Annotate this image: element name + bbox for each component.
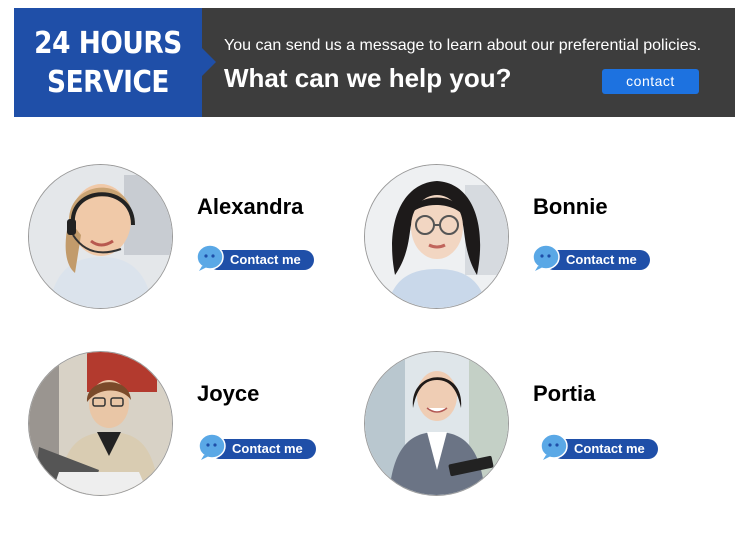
contact-me-button[interactable]: Contact me bbox=[198, 433, 316, 460]
badge-line-2: SERVICE bbox=[47, 65, 169, 100]
contact-me-label: Contact me bbox=[574, 441, 645, 456]
agent-card: Portia Contact me bbox=[364, 351, 664, 501]
agent-photo bbox=[28, 164, 173, 309]
chat-bubble-icon bbox=[196, 244, 224, 271]
agent-card: Joyce Contact me bbox=[28, 351, 328, 501]
agent-name: Alexandra bbox=[197, 194, 304, 219]
agent-name: Portia bbox=[533, 381, 596, 406]
agent-photo bbox=[28, 351, 173, 496]
contact-me-button[interactable]: Contact me bbox=[196, 244, 314, 271]
contact-me-label: Contact me bbox=[566, 252, 637, 267]
chat-bubble-icon bbox=[540, 433, 568, 460]
chat-bubble-icon bbox=[532, 244, 560, 271]
contact-me-label: Contact me bbox=[232, 441, 303, 456]
badge-arrow bbox=[202, 48, 216, 76]
badge-line-1: 24 HOURS bbox=[34, 26, 182, 61]
agent-card: Bonnie Contact me bbox=[364, 164, 664, 314]
agent-name: Bonnie bbox=[533, 194, 608, 219]
chat-bubble-icon bbox=[198, 433, 226, 460]
contact-button[interactable]: contact bbox=[602, 69, 699, 94]
banner-title: What can we help you? bbox=[224, 63, 512, 93]
agent-name: Joyce bbox=[197, 381, 260, 406]
contact-me-button[interactable]: Contact me bbox=[540, 433, 658, 460]
agent-card: Alexandra Contact me bbox=[28, 164, 328, 314]
contact-me-label: Contact me bbox=[230, 252, 301, 267]
service-banner: 24 HOURS SERVICE You can send us a messa… bbox=[14, 8, 735, 117]
banner-subtitle: You can send us a message to learn about… bbox=[224, 37, 702, 54]
agent-photo bbox=[364, 351, 509, 496]
agent-photo bbox=[364, 164, 509, 309]
service-badge: 24 HOURS SERVICE bbox=[14, 8, 202, 117]
contact-me-button[interactable]: Contact me bbox=[532, 244, 650, 271]
